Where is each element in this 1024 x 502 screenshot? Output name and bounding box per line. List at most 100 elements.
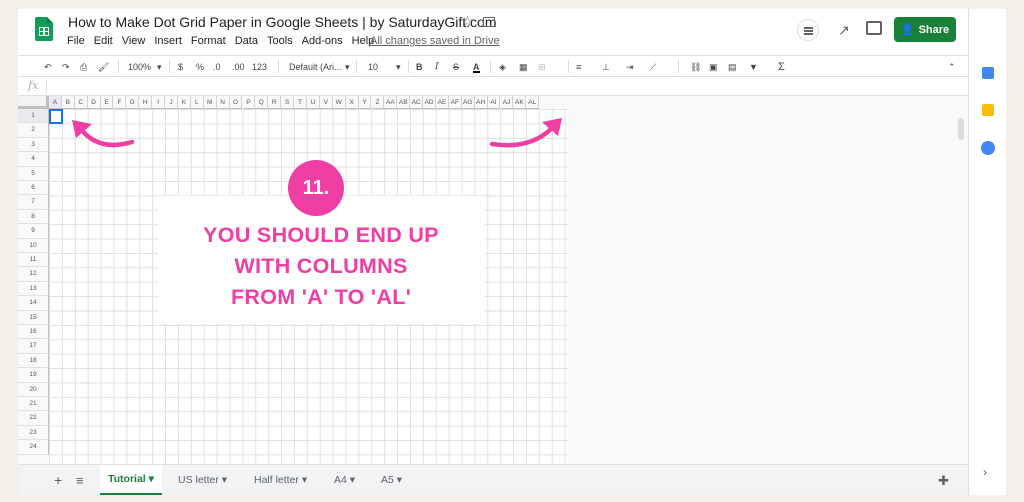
menu-edit[interactable]: Edit	[94, 35, 113, 47]
borders-icon[interactable]: ▦	[519, 61, 528, 73]
comments-icon[interactable]	[866, 21, 882, 35]
tab-a5[interactable]: A5 ▾	[373, 465, 410, 495]
column-header-w[interactable]: W	[332, 96, 346, 109]
column-header-v[interactable]: V	[319, 96, 333, 109]
row-header-19[interactable]: 19	[18, 368, 49, 383]
activity-dashboard-icon[interactable]: ↗	[833, 19, 855, 41]
share-button[interactable]: 👤 Share	[894, 17, 956, 42]
move-folder-icon[interactable]	[483, 17, 495, 27]
scrollbar-thumb[interactable]	[958, 118, 964, 140]
row-header-12[interactable]: 12	[18, 267, 49, 282]
vertical-align-icon[interactable]: ⊥	[602, 61, 610, 73]
sheets-logo-icon[interactable]	[35, 17, 53, 41]
row-header-1[interactable]: 1	[18, 109, 49, 124]
column-header-n[interactable]: N	[216, 96, 230, 109]
currency-format-button[interactable]: $	[178, 61, 183, 73]
column-header-j[interactable]: J	[165, 96, 178, 109]
column-header-m[interactable]: M	[203, 96, 217, 109]
column-header-aj[interactable]: AJ	[500, 96, 514, 109]
column-header-t[interactable]: T	[294, 96, 307, 109]
all-sheets-button[interactable]: ≡	[68, 465, 92, 495]
row-header-3[interactable]: 3	[18, 137, 49, 153]
print-icon[interactable]: ⎙	[80, 61, 87, 73]
font-family-select[interactable]: Default (Ari...	[289, 61, 342, 73]
filter-icon[interactable]: ▼	[749, 61, 758, 73]
column-header-ai[interactable]: AI	[487, 96, 501, 109]
column-header-z[interactable]: Z	[371, 96, 385, 109]
bold-button[interactable]: B	[416, 61, 423, 73]
italic-button[interactable]: I	[435, 61, 439, 73]
tab-a4[interactable]: A4 ▾	[326, 465, 363, 495]
row-header-10[interactable]: 10	[18, 238, 49, 253]
calendar-icon[interactable]	[982, 67, 994, 79]
column-header-k[interactable]: K	[178, 96, 191, 109]
version-history-icon[interactable]	[797, 19, 819, 41]
row-header-17[interactable]: 17	[18, 339, 49, 354]
row-header-20[interactable]: 20	[18, 382, 49, 397]
document-title[interactable]: How to Make Dot Grid Paper in Google She…	[68, 14, 497, 30]
row-header-6[interactable]: 6	[18, 181, 49, 196]
row-header-13[interactable]: 13	[18, 281, 49, 297]
redo-icon[interactable]: ↷	[62, 61, 70, 73]
row-header-5[interactable]: 5	[18, 166, 49, 181]
menu-tools[interactable]: Tools	[267, 35, 293, 47]
column-header-a[interactable]: A	[49, 96, 62, 109]
insert-link-icon[interactable]: ⛓	[690, 61, 701, 73]
star-icon[interactable]: ☆	[461, 13, 474, 30]
text-color-button[interactable]: A	[473, 61, 480, 73]
column-header-h[interactable]: H	[139, 96, 153, 109]
font-size-select[interactable]: 10	[368, 61, 378, 73]
column-header-g[interactable]: G	[126, 96, 140, 109]
column-header-l[interactable]: L	[190, 96, 204, 109]
row-header-9[interactable]: 9	[18, 224, 49, 239]
column-header-e[interactable]: E	[100, 96, 114, 109]
horizontal-align-icon[interactable]: ≡	[576, 61, 581, 73]
menu-data[interactable]: Data	[235, 35, 258, 47]
add-sheet-button[interactable]: +	[46, 465, 70, 495]
column-header-b[interactable]: B	[61, 96, 75, 109]
column-header-ab[interactable]: AB	[397, 96, 411, 109]
row-header-24[interactable]: 24	[18, 440, 49, 455]
column-header-f[interactable]: F	[113, 96, 127, 109]
column-header-r[interactable]: R	[268, 96, 282, 109]
collapse-toolbar-icon[interactable]: ⌃	[948, 61, 956, 73]
column-header-ah[interactable]: AH	[474, 96, 488, 109]
explore-icon[interactable]: ✚	[930, 465, 957, 495]
column-header-aa[interactable]: AA	[384, 96, 398, 109]
increase-decimal-button[interactable]: .00	[232, 61, 245, 73]
text-wrap-icon[interactable]: ⇥	[626, 61, 634, 73]
column-header-y[interactable]: Y	[358, 96, 372, 109]
menu-addons[interactable]: Add-ons	[302, 35, 343, 47]
column-header-ad[interactable]: AD	[423, 96, 436, 109]
column-header-ag[interactable]: AG	[461, 96, 475, 109]
tab-us-letter[interactable]: US letter ▾	[170, 465, 235, 495]
column-header-p[interactable]: P	[242, 96, 256, 109]
more-formats-button[interactable]: 123	[252, 61, 267, 73]
menu-file[interactable]: File	[67, 35, 85, 47]
row-header-23[interactable]: 23	[18, 425, 49, 441]
tab-half-letter[interactable]: Half letter ▾	[246, 465, 315, 495]
strikethrough-button[interactable]: S	[453, 61, 459, 73]
tab-tutorial[interactable]: Tutorial ▾	[100, 465, 162, 495]
decrease-decimal-button[interactable]: .0	[213, 61, 221, 73]
insert-chart-icon[interactable]: ▤	[728, 61, 737, 73]
select-all-corner[interactable]	[18, 96, 49, 109]
column-header-q[interactable]: Q	[255, 96, 269, 109]
menu-insert[interactable]: Insert	[154, 35, 182, 47]
text-rotation-icon[interactable]: ⟋	[650, 61, 656, 73]
column-header-c[interactable]: C	[74, 96, 88, 109]
spreadsheet-grid[interactable]: A B C D E F G H I J K L M N O P Q R S T U V W X Y Z AA AB AC AD AE AF AG…	[18, 96, 968, 468]
row-header-18[interactable]: 18	[18, 353, 49, 369]
chevron-right-icon[interactable]: ›	[983, 465, 987, 479]
column-header-ak[interactable]: AK	[513, 96, 527, 109]
row-header-11[interactable]: 11	[18, 253, 49, 268]
row-header-4[interactable]: 4	[18, 152, 49, 167]
save-status-link[interactable]: All changes saved in Drive	[370, 35, 500, 47]
row-header-7[interactable]: 7	[18, 195, 49, 210]
keep-icon[interactable]	[982, 104, 994, 116]
column-header-x[interactable]: X	[345, 96, 359, 109]
undo-icon[interactable]: ↶	[44, 61, 52, 73]
merge-cells-icon[interactable]: ⊞	[538, 61, 546, 73]
column-header-u[interactable]: U	[307, 96, 320, 109]
row-header-15[interactable]: 15	[18, 310, 49, 325]
